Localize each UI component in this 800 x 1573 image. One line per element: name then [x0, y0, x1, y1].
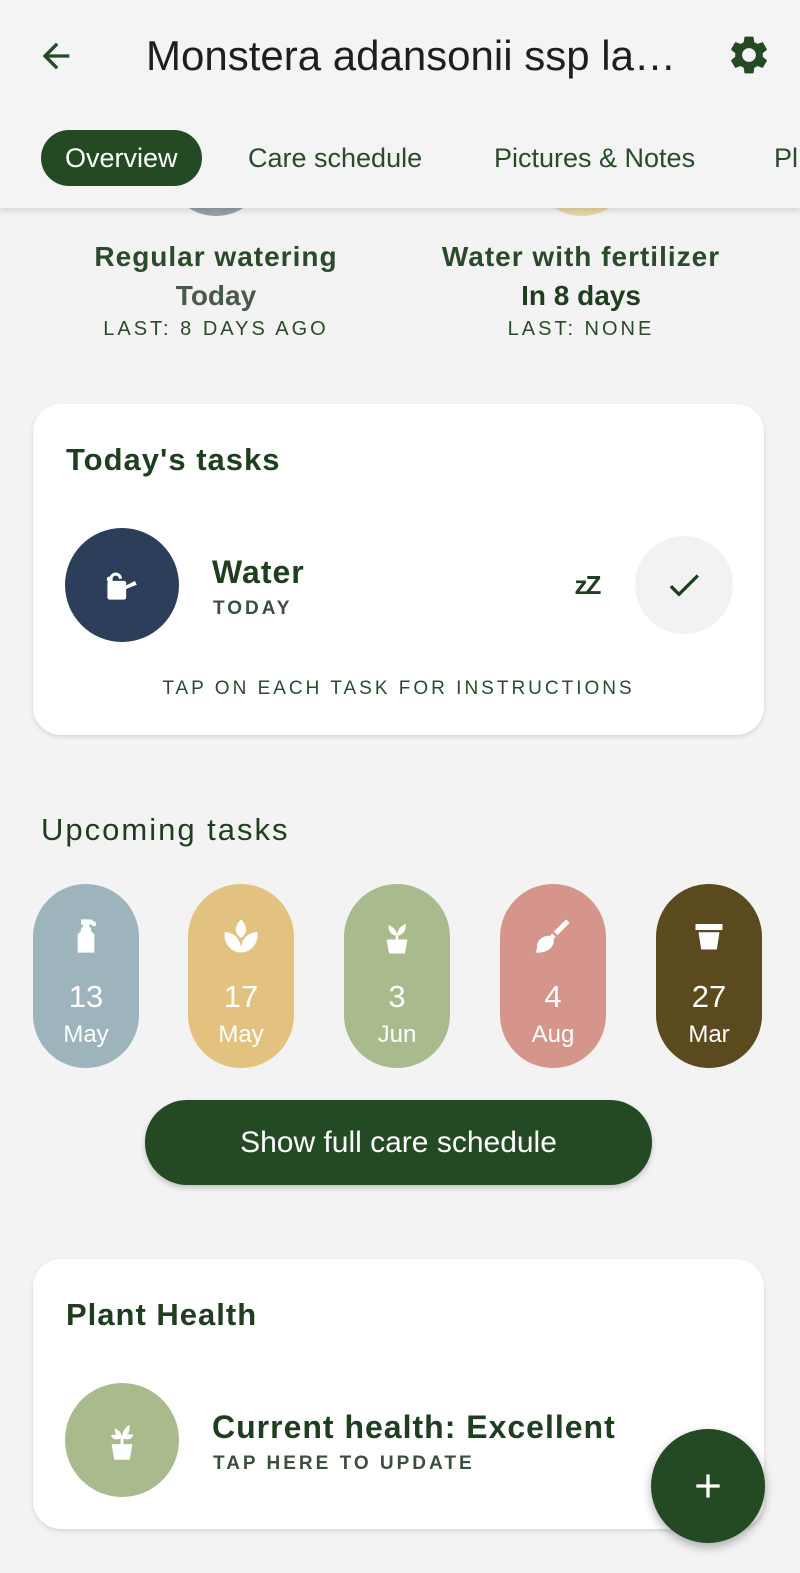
potted-plant-icon [386, 923, 408, 954]
page-title: Monstera adansonii ssp laniata [146, 32, 686, 79]
show-full-schedule-button[interactable]: Show full care schedule [145, 1100, 652, 1185]
task-water-icon-circle[interactable] [65, 528, 179, 642]
task-instructions-hint: TAP ON EACH TASK FOR INSTRUCTIONS [162, 678, 635, 699]
pill-month: May [63, 1021, 109, 1048]
add-fab-button[interactable] [651, 1429, 765, 1543]
check-icon [669, 574, 699, 597]
upcoming-task-pill[interactable]: 13 May [33, 884, 139, 1068]
potted-plant-icon [110, 1424, 134, 1460]
brush-icon [535, 919, 570, 953]
task-when: TODAY [213, 598, 293, 619]
settings-button[interactable] [722, 28, 776, 82]
snooze-button[interactable]: zZ [561, 559, 613, 611]
pill-month: Jun [377, 1021, 417, 1048]
plant-health-title: Plant Health [66, 1297, 258, 1332]
pill-month: Mar [688, 1021, 730, 1048]
tab-pictures-notes[interactable]: Pictures & Notes [470, 130, 719, 186]
pot-icon [695, 924, 723, 950]
tab-partial[interactable]: Pl [750, 130, 800, 186]
upcoming-task-pill[interactable]: 4 Aug [500, 884, 606, 1068]
upcoming-task-pill[interactable]: 17 May [188, 884, 294, 1068]
summary-when: In 8 days [521, 280, 641, 311]
snooze-text: zZ [574, 569, 602, 600]
pill-month: May [218, 1021, 264, 1048]
pill-day: 27 [691, 979, 727, 1014]
pill-day: 3 [388, 979, 406, 1014]
gear-icon [731, 36, 767, 74]
pill-day: 17 [223, 979, 259, 1014]
todays-tasks-card: Today's tasks Water TODAY zZ TAP ON EACH… [33, 404, 764, 735]
back-button[interactable] [30, 30, 82, 82]
snooze-icon: zZ [574, 569, 602, 601]
watering-can-icon [106, 572, 137, 600]
tab-overview[interactable]: Overview [41, 130, 202, 186]
task-name[interactable]: Water [212, 554, 305, 591]
upcoming-task-pill[interactable]: 27 Mar [656, 884, 762, 1068]
spray-bottle-icon [77, 919, 96, 953]
upcoming-tasks-title: Upcoming tasks [41, 812, 290, 847]
todays-tasks-title: Today's tasks [66, 442, 281, 477]
complete-task-button[interactable] [635, 536, 733, 634]
health-icon-circle [65, 1383, 179, 1497]
pill-month: Aug [531, 1021, 575, 1048]
summary-last: LAST: NONE [507, 318, 655, 340]
watering-summary[interactable]: Regular watering Today LAST: 8 DAYS AGO [36, 238, 396, 341]
summary-name: Water with fertilizer [441, 241, 721, 272]
fertilizer-summary[interactable]: Water with fertilizer In 8 days LAST: NO… [401, 238, 761, 341]
summary-name: Regular watering [94, 241, 338, 272]
summary-when: Today [175, 280, 257, 311]
upcoming-task-pill[interactable]: 3 Jun [344, 884, 450, 1068]
pill-day: 4 [544, 979, 562, 1014]
fertilizer-leaf-icon [224, 919, 258, 953]
health-status: Current health: Excellent [212, 1409, 616, 1445]
tab-bar: Overview Care schedule Pictures & Notes … [0, 130, 800, 186]
pill-day: 13 [68, 979, 104, 1014]
arrow-left-icon [42, 42, 70, 70]
health-update-hint: TAP HERE TO UPDATE [213, 1453, 475, 1474]
summary-last: LAST: 8 DAYS AGO [103, 318, 329, 340]
plus-icon [696, 1474, 720, 1498]
app-bar: Monstera adansonii ssp laniata Overview … [0, 0, 800, 208]
tab-care-schedule[interactable]: Care schedule [224, 130, 446, 186]
